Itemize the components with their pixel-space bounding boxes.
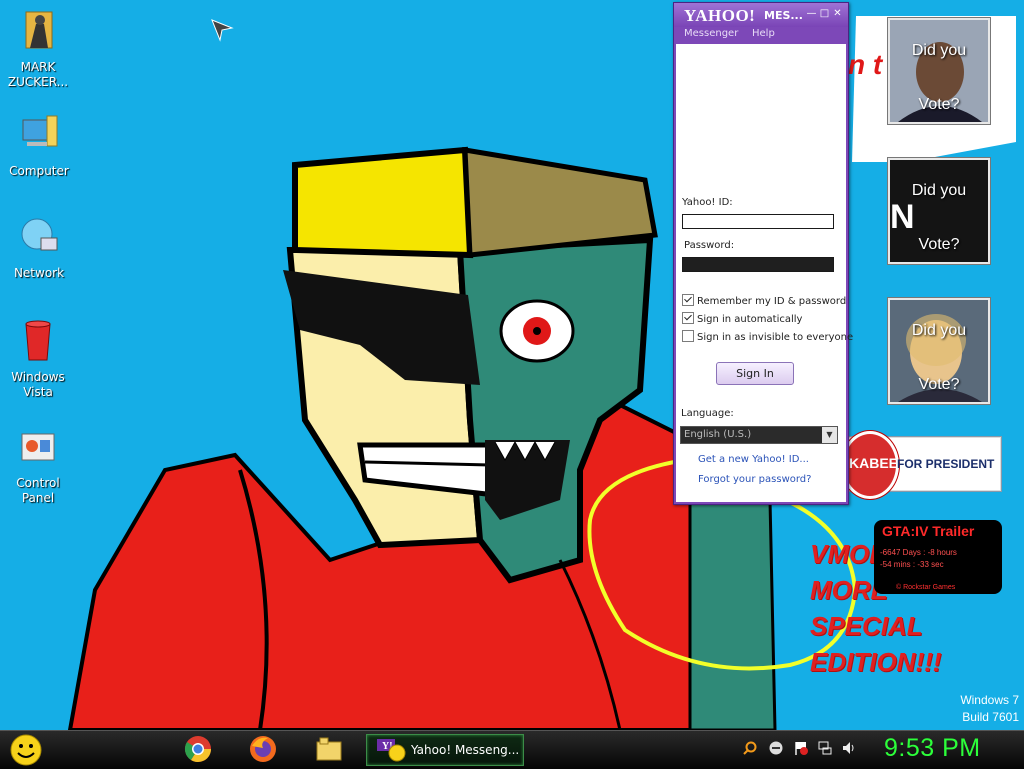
checkbox-unchecked-icon <box>682 330 694 342</box>
gta-credit: © Rockstar Games <box>896 584 956 591</box>
vmod-line: SPECIAL <box>810 611 923 641</box>
huckabee-name: KABEE <box>849 455 899 471</box>
desktop-icon-label: Control Panel <box>16 476 60 505</box>
taskbar-button-label: Yahoo! Messeng... <box>411 743 520 757</box>
invisible-checkbox[interactable]: Sign in as invisible to everyone <box>682 330 853 343</box>
minimize-button[interactable]: — <box>806 8 817 19</box>
huckabee-gadget[interactable]: KABEE FOR PRESIDENT <box>841 431 1002 499</box>
desktop-icon-label: Computer <box>9 164 69 178</box>
desktop: n t MARK ZUCKER... Computer Network Wind… <box>0 0 1024 730</box>
watermark-line: Windows 7 <box>960 693 1019 707</box>
computer-icon <box>22 115 58 147</box>
vote-gadget-obama[interactable]: Did you Vote? <box>888 18 990 124</box>
vote-gadget-clinton[interactable]: Did you Vote? <box>888 298 990 404</box>
desktop-icon-label: MARK ZUCKER... <box>7 60 69 89</box>
yahoo-logo: YAHOO! <box>684 6 756 25</box>
menu-bar: Messenger Help <box>674 27 848 44</box>
forgot-password-link[interactable]: Forgot your password? <box>698 474 811 485</box>
chrome-icon[interactable] <box>183 734 213 764</box>
vote-line1: Did you <box>911 322 967 339</box>
watermark-line: Build 7601 <box>962 710 1019 724</box>
language-select[interactable]: English (U.S.) ▼ <box>680 426 838 444</box>
vmod-line: EDITION!!! <box>810 647 942 677</box>
close-button[interactable]: ✕ <box>832 8 843 19</box>
huckabee-tagline: FOR PRESIDENT <box>897 457 995 471</box>
window-title: MES... <box>764 9 803 22</box>
checkbox-checked-icon <box>682 312 694 324</box>
taskbar-clock[interactable]: 9:53 PM <box>884 734 981 763</box>
network-globe-icon <box>21 218 58 251</box>
n-logo: N <box>890 198 915 236</box>
invisible-label: Sign in as invisible to everyone <box>697 332 854 343</box>
vote-gadget-n[interactable]: N Did you Vote? <box>888 158 990 264</box>
remember-label: Remember my ID & password <box>697 296 847 307</box>
gta-countdown-gadget[interactable]: GTA:IV Trailer -6647 Days : -8 hours -54… <box>874 520 1002 594</box>
yahoo-messenger-window[interactable]: YAHOO! MES... — □ ✕ Messenger Help Yahoo… <box>673 2 853 505</box>
svg-text:n t: n t <box>848 49 884 80</box>
login-panel: Yahoo! ID: Password: Remember my ID & pa… <box>676 44 853 502</box>
action-center-flag-icon[interactable] <box>793 740 809 756</box>
menu-messenger[interactable]: Messenger <box>684 28 738 39</box>
vote-line2: Vote? <box>918 96 960 113</box>
yahoo-messenger-icon: Y! <box>377 739 406 762</box>
desktop-icon-label: Windows Vista <box>11 370 65 399</box>
taskbar-button-yahoo-messenger[interactable]: Y! Yahoo! Messeng... <box>366 734 524 766</box>
yahoo-id-value <box>683 222 685 233</box>
gta-title: GTA:IV Trailer <box>882 523 975 539</box>
search-icon[interactable] <box>742 740 758 756</box>
gta-countdown-line: -54 mins : -33 sec <box>880 560 944 569</box>
auto-signin-label: Sign in automatically <box>697 314 803 325</box>
vote-line2: Vote? <box>918 236 960 253</box>
status-icon[interactable] <box>768 740 784 756</box>
recycle-bin-icon <box>25 320 51 361</box>
yahoo-id-label: Yahoo! ID: <box>682 197 733 208</box>
volume-icon[interactable] <box>841 740 857 756</box>
password-label: Password: <box>684 240 735 251</box>
sign-in-button[interactable]: Sign In <box>716 362 794 385</box>
yahoo-id-field[interactable] <box>682 214 834 229</box>
get-new-id-link[interactable]: Get a new Yahoo! ID... <box>698 454 809 465</box>
auto-signin-checkbox[interactable]: Sign in automatically <box>682 312 802 325</box>
cursor-icon <box>211 19 234 42</box>
vote-line1: Did you <box>911 182 967 199</box>
maximize-button[interactable]: □ <box>819 8 830 19</box>
vote-line2: Vote? <box>918 376 960 393</box>
desktop-icon-label: Network <box>13 266 65 280</box>
network-icon[interactable] <box>817 740 833 756</box>
desktop-icon-recycle-bin[interactable]: Windows Vista <box>0 318 76 400</box>
desktop-icon-computer[interactable]: Computer <box>1 112 77 179</box>
password-field[interactable] <box>682 257 834 272</box>
remember-checkbox[interactable]: Remember my ID & password <box>682 294 846 307</box>
user-folder-icon <box>25 11 53 49</box>
taskbar: Y! Yahoo! Messeng... 9:53 PM <box>0 730 1024 769</box>
firefox-icon[interactable] <box>248 734 278 764</box>
desktop-icon-user-folder[interactable]: MARK ZUCKER... <box>0 8 76 90</box>
smiley-start-orb[interactable] <box>8 733 44 767</box>
window-titlebar[interactable]: YAHOO! MES... — □ ✕ <box>674 3 848 27</box>
desktop-icon-network[interactable]: Network <box>1 214 77 281</box>
gta-countdown-line: -6647 Days : -8 hours <box>880 548 957 557</box>
windows-build-watermark: Windows 7 Build 7601 <box>960 692 1019 726</box>
desktop-icon-control-panel[interactable]: Control Panel <box>0 424 76 506</box>
chevron-down-icon: ▼ <box>822 427 837 443</box>
windows-explorer-icon[interactable] <box>314 734 344 764</box>
vote-line1: Did you <box>911 42 967 59</box>
language-value: English (U.S.) <box>684 429 752 440</box>
checkbox-checked-icon <box>682 294 694 306</box>
menu-help[interactable]: Help <box>752 28 775 39</box>
control-panel-icon <box>21 433 55 461</box>
language-label: Language: <box>681 408 734 419</box>
